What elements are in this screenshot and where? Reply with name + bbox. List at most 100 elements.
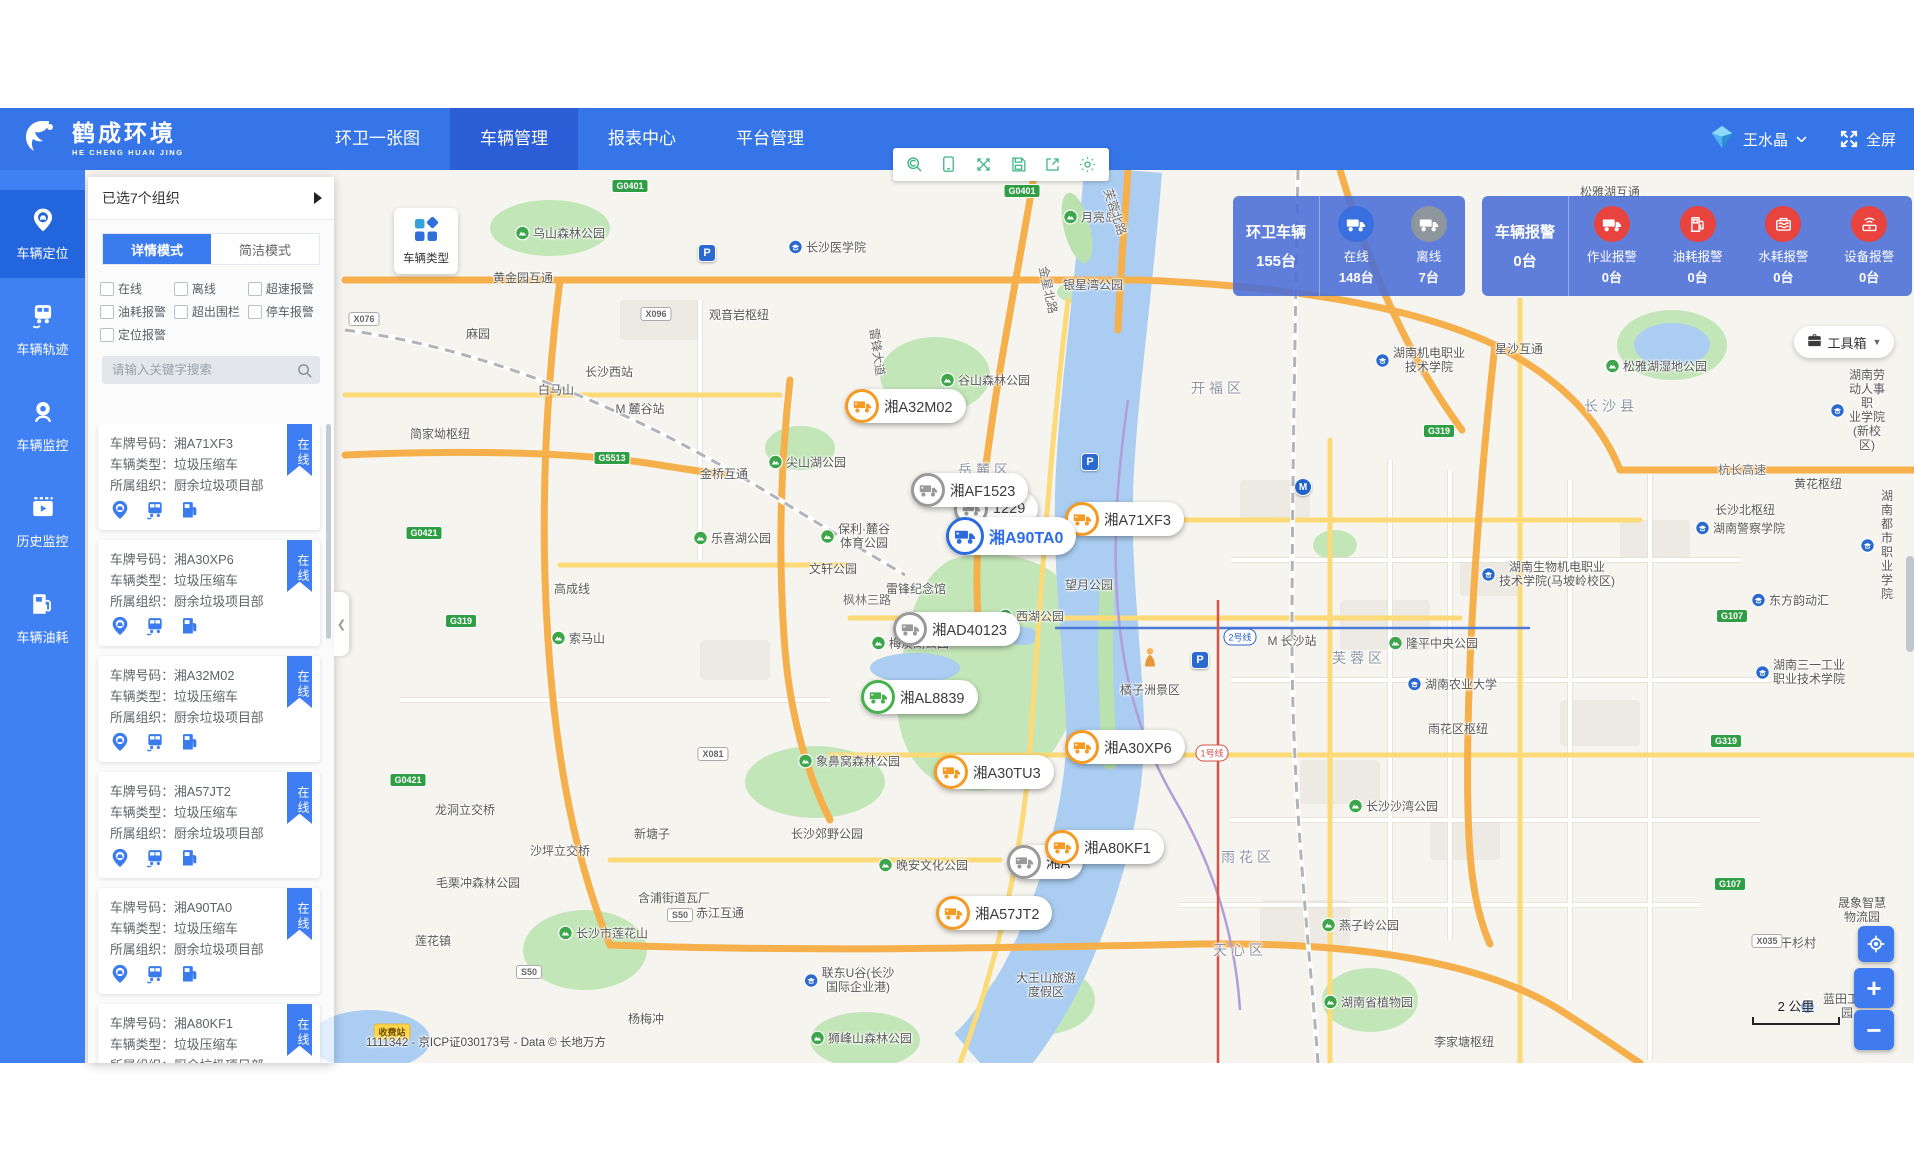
road-shield: S50 xyxy=(667,908,693,922)
map-label: 雷锋纪念馆 xyxy=(886,582,946,596)
map-copyright: 1111342 - 京ICP证030173号 - Data © 长地万方 xyxy=(366,1034,606,1050)
expand-org-arrow-icon[interactable] xyxy=(314,192,322,204)
map-label: 莲花镇 xyxy=(415,934,451,948)
locate-vehicle-icon[interactable] xyxy=(110,732,130,752)
filter-online[interactable]: 在线 xyxy=(100,277,174,300)
map-label: 长沙医学院 xyxy=(788,240,866,255)
fuel-vehicle-icon[interactable] xyxy=(180,732,200,752)
track-vehicle-icon[interactable] xyxy=(145,616,165,636)
map-label: 杨梅冲 xyxy=(628,1012,664,1026)
vehicle-card[interactable]: 车牌号码：湘A30XP6 车辆类型：垃圾压缩车 所属组织：厨余垃圾项目部 在线 xyxy=(98,540,320,646)
vehicle-type: 车辆类型：垃圾压缩车 xyxy=(110,686,308,707)
left-sidebar: 车辆定位 车辆轨迹 车辆监控 历史监控 车辆油耗 xyxy=(0,170,85,1063)
truck-marker-icon xyxy=(934,755,968,789)
vehicle-marker[interactable]: 湘A80KF1 xyxy=(1046,830,1164,864)
map-label: 松雅湖湿地公园 xyxy=(1605,359,1707,374)
track-vehicle-icon[interactable] xyxy=(145,964,165,984)
export-icon[interactable] xyxy=(1042,154,1064,176)
fuel-vehicle-icon[interactable] xyxy=(180,500,200,520)
vehicle-type-button[interactable]: 车辆类型 xyxy=(394,208,458,274)
track-vehicle-icon[interactable] xyxy=(145,500,165,520)
panel-collapse-handle[interactable]: ❮ xyxy=(334,592,349,656)
filter-offline[interactable]: 离线 xyxy=(174,277,248,300)
vehicle-card[interactable]: 车牌号码：湘A57JT2 车辆类型：垃圾压缩车 所属组织：厨余垃圾项目部 在线 xyxy=(98,772,320,878)
search-icon[interactable] xyxy=(297,363,312,378)
map-area[interactable]: 智造小镇乌山森林公园黄金园互通长沙医学院月亮岛银星湾公园观音岩枢纽谷山森林公园M… xyxy=(85,170,1914,1063)
expand-icon[interactable] xyxy=(973,154,995,176)
track-vehicle-icon[interactable] xyxy=(145,848,165,868)
track-vehicle-icon[interactable] xyxy=(145,732,165,752)
tab-simple-mode[interactable]: 简洁模式 xyxy=(211,234,319,264)
vehicle-marker[interactable]: 湘A32M02 xyxy=(846,389,966,423)
locate-vehicle-icon[interactable] xyxy=(110,848,130,868)
vehicle-marker[interactable]: 湘A30XP6 xyxy=(1066,730,1185,764)
filter-location-alarm[interactable]: 定位报警 xyxy=(100,323,174,346)
fuel-vehicle-icon[interactable] xyxy=(180,848,200,868)
truck-icon xyxy=(1594,206,1630,242)
vehicle-marker[interactable]: 湘AL8839 xyxy=(862,680,978,714)
page-scrollbar-thumb[interactable] xyxy=(1906,556,1914,652)
fuel-vehicle-icon[interactable] xyxy=(180,616,200,636)
road-shield: G107 xyxy=(1714,877,1746,891)
map-label: 白马山 xyxy=(538,383,574,397)
map-label: 黄金园互通 xyxy=(493,271,553,285)
vehicle-marker[interactable]: 湘A71XF3 xyxy=(1066,502,1184,536)
locate-vehicle-icon[interactable] xyxy=(110,964,130,984)
vehicle-marker[interactable]: 湘A90TA0 xyxy=(947,517,1076,555)
vehicle-marker[interactable]: 湘A57JT2 xyxy=(937,896,1052,930)
filter-overspeed-alarm[interactable]: 超速报警 xyxy=(248,277,322,300)
fullscreen-button[interactable]: 全屏 xyxy=(1839,129,1896,150)
online-truck-icon xyxy=(1338,206,1374,242)
map-label: 湖南都市职业学院 xyxy=(1860,489,1896,601)
checkbox-icon xyxy=(100,282,114,296)
tab-detail-mode[interactable]: 详情模式 xyxy=(103,234,211,264)
vehicle-list-scrollbar[interactable] xyxy=(326,424,331,639)
map-label: 芙蓉区 xyxy=(1332,651,1386,665)
sidebar-item-vehicle-monitor[interactable]: 车辆监控 xyxy=(0,382,85,470)
user-menu[interactable]: 王水晶 xyxy=(1709,124,1807,154)
vehicle-card[interactable]: 车牌号码：湘A71XF3 车辆类型：垃圾压缩车 所属组织：厨余垃圾项目部 在线 xyxy=(98,424,320,530)
nav-item-sanitation-map[interactable]: 环卫一张图 xyxy=(305,108,450,170)
fleet-title: 环卫车辆 xyxy=(1246,221,1306,242)
statue-poi-icon xyxy=(1141,647,1159,674)
vehicle-marker[interactable]: 湘A30TU3 xyxy=(935,755,1054,789)
map-label: 天心区 xyxy=(1213,943,1267,957)
nav-item-platform-management[interactable]: 平台管理 xyxy=(706,108,834,170)
vehicle-type: 车辆类型：垃圾压缩车 xyxy=(110,802,308,823)
nav-item-vehicle-management[interactable]: 车辆管理 xyxy=(450,108,578,170)
search-input[interactable] xyxy=(110,362,291,378)
zoom-out-button[interactable]: − xyxy=(1854,1010,1894,1050)
sidebar-item-vehicle-location[interactable]: 车辆定位 xyxy=(0,190,85,278)
fuel-vehicle-icon[interactable] xyxy=(180,964,200,984)
locate-button[interactable] xyxy=(1858,926,1894,962)
locate-vehicle-icon[interactable] xyxy=(110,616,130,636)
vehicle-card[interactable]: 车牌号码：湘A80KF1 车辆类型：垃圾压缩车 所属组织：厨余垃圾项目部 在线 xyxy=(98,1004,320,1063)
vehicle-marker[interactable]: 湘AF1523 xyxy=(912,473,1028,507)
toolbox-button[interactable]: 工具箱 ▼ xyxy=(1794,326,1894,358)
zoom-in-button[interactable]: + xyxy=(1854,968,1894,1008)
map-label: 隆平中央公园 xyxy=(1388,636,1478,651)
settings-gear-icon[interactable] xyxy=(1077,154,1099,176)
vehicle-card[interactable]: 车牌号码：湘A90TA0 车辆类型：垃圾压缩车 所属组织：厨余垃圾项目部 在线 xyxy=(98,888,320,994)
filter-fuel-alarm[interactable]: 油耗报警 xyxy=(100,300,174,323)
nav-item-report-center[interactable]: 报表中心 xyxy=(578,108,706,170)
map-label: 星沙互通 xyxy=(1495,342,1543,356)
scale-bar xyxy=(1752,1017,1840,1025)
save-icon[interactable] xyxy=(1007,154,1029,176)
road-shield: G5513 xyxy=(593,451,630,465)
alarm-stat: 油耗报警0台 xyxy=(1655,196,1741,296)
alarm-stat: 作业报警0台 xyxy=(1569,196,1655,296)
sidebar-item-vehicle-fuel[interactable]: 车辆油耗 xyxy=(0,574,85,662)
zoom-search-icon[interactable] xyxy=(903,154,925,176)
vehicle-card[interactable]: 车牌号码：湘A32M02 车辆类型：垃圾压缩车 所属组织：厨余垃圾项目部 在线 xyxy=(98,656,320,762)
sidebar-item-vehicle-track[interactable]: 车辆轨迹 xyxy=(0,286,85,374)
vehicle-marker[interactable]: 湘AD40123 xyxy=(894,612,1020,646)
filter-parking-alarm[interactable]: 停车报警 xyxy=(248,300,322,323)
offline-truck-icon xyxy=(1411,206,1447,242)
vehicle-plate: 车牌号码：湘A90TA0 xyxy=(110,897,308,918)
device-icon[interactable] xyxy=(938,154,960,176)
locate-vehicle-icon[interactable] xyxy=(110,500,130,520)
map-label: 湖南三一工业职业技术学院 xyxy=(1755,658,1845,686)
sidebar-item-history-monitor[interactable]: 历史监控 xyxy=(0,478,85,566)
filter-geofence-alarm[interactable]: 超出围栏 xyxy=(174,300,248,323)
